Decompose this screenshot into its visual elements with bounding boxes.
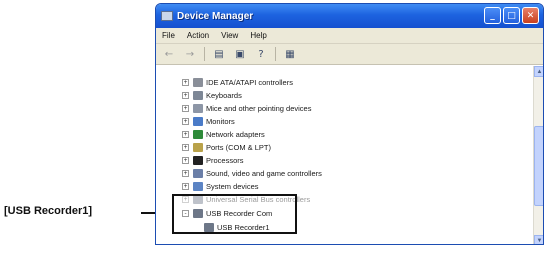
scan-icon[interactable]: ▦	[283, 47, 297, 61]
device-manager-icon	[161, 11, 173, 21]
scroll-up-icon[interactable]: ▲	[534, 66, 543, 77]
tree-item-label: Mice and other pointing devices	[206, 103, 312, 113]
tree-item-sound[interactable]: + Sound, video and game controllers	[182, 167, 322, 179]
scroll-down-icon[interactable]: ▼	[534, 235, 543, 244]
callout-label: [USB Recorder1]	[4, 205, 93, 217]
window-title: Device Manager	[177, 10, 254, 22]
tree-item-ide[interactable]: + IDE ATA/ATAPI controllers	[182, 76, 293, 88]
title-bar[interactable]: Device Manager _ □ ✕	[156, 4, 543, 28]
expand-icon[interactable]: +	[182, 169, 189, 177]
tree-item-network[interactable]: + Network adapters	[182, 128, 265, 140]
menu-view[interactable]: View	[221, 31, 238, 40]
tree-item-label: Processors	[206, 155, 244, 165]
tree-item-ports[interactable]: + Ports (COM & LPT)	[182, 141, 271, 153]
toolbar-separator	[204, 47, 205, 61]
network-icon	[193, 129, 203, 139]
toolbar: ← → ▤ ▣ ? ▦	[156, 44, 543, 65]
vertical-scrollbar[interactable]: ▲ ▼	[533, 66, 543, 244]
monitor-icon	[193, 116, 203, 126]
tree-item-label: Network adapters	[206, 129, 265, 139]
tree-item-processors[interactable]: + Processors	[182, 154, 244, 166]
tree-item-mice[interactable]: + Mice and other pointing devices	[182, 102, 311, 114]
mouse-icon	[193, 103, 203, 113]
tree-item-label: IDE ATA/ATAPI controllers	[206, 77, 293, 87]
expand-icon[interactable]: +	[182, 143, 189, 151]
forward-icon[interactable]: →	[183, 47, 197, 61]
expand-icon[interactable]: +	[182, 156, 189, 164]
ide-icon	[193, 77, 203, 87]
tree-item-label: Ports (COM & LPT)	[206, 142, 272, 152]
toolbar-separator	[275, 47, 276, 61]
keyboard-icon	[193, 90, 203, 100]
close-button[interactable]: ✕	[522, 7, 539, 24]
sound-icon	[193, 168, 203, 178]
minimize-button[interactable]: _	[484, 7, 501, 24]
maximize-button[interactable]: □	[503, 7, 520, 24]
tree-item-label: System devices	[206, 181, 259, 191]
menu-file[interactable]: File	[162, 31, 175, 40]
tree-item-label: Monitors	[206, 116, 235, 126]
expand-icon[interactable]: +	[182, 182, 189, 190]
back-icon[interactable]: ←	[162, 47, 176, 61]
expand-icon[interactable]: +	[182, 104, 189, 112]
system-icon	[193, 181, 203, 191]
scroll-thumb[interactable]	[534, 126, 543, 206]
expand-icon[interactable]: +	[182, 117, 189, 125]
highlight-box	[172, 194, 297, 234]
port-icon	[193, 142, 203, 152]
tree-item-keyboards[interactable]: + Keyboards	[182, 89, 242, 101]
help-icon[interactable]: ?	[254, 47, 268, 61]
tree-item-system[interactable]: + System devices	[182, 180, 259, 192]
processor-icon	[193, 155, 203, 165]
tree-item-label: Keyboards	[206, 90, 242, 100]
properties-icon[interactable]: ▤	[212, 47, 226, 61]
menu-bar: File Action View Help	[156, 28, 543, 44]
tree-item-label: Sound, video and game controllers	[206, 168, 322, 178]
expand-icon[interactable]: +	[182, 78, 189, 86]
print-icon[interactable]: ▣	[233, 47, 247, 61]
expand-icon[interactable]: +	[182, 130, 189, 138]
menu-help[interactable]: Help	[250, 31, 266, 40]
menu-action[interactable]: Action	[187, 31, 209, 40]
expand-icon[interactable]: +	[182, 91, 189, 99]
tree-item-monitors[interactable]: + Monitors	[182, 115, 235, 127]
